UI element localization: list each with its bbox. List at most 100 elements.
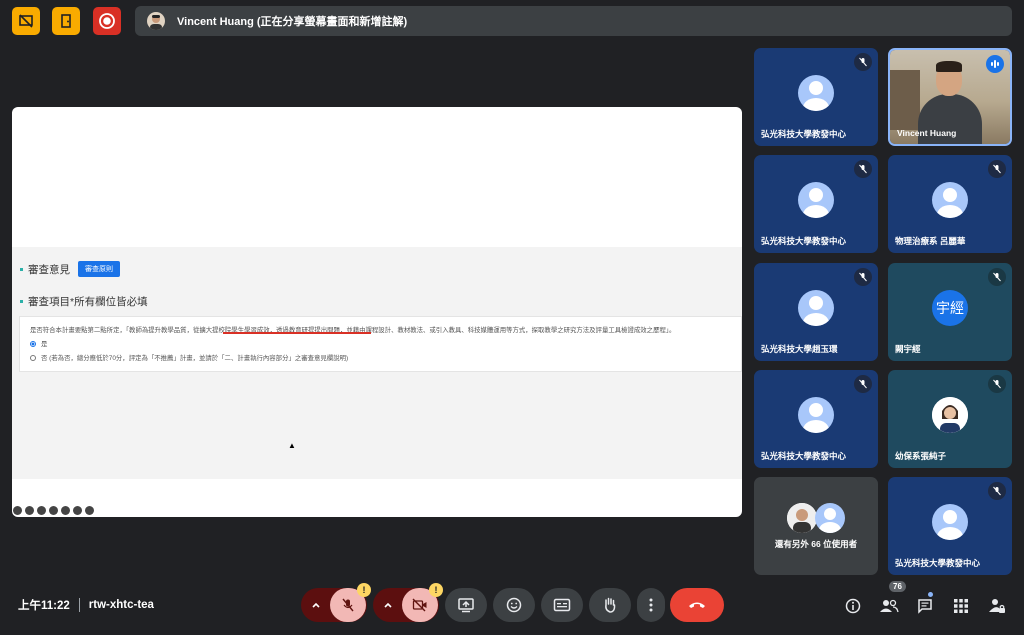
- image-icon[interactable]: [49, 506, 58, 515]
- review-comments-heading: 審查意見 審查原則: [20, 261, 120, 277]
- participant-tile[interactable]: 弘光科技大學教發中心: [888, 477, 1012, 575]
- photo-avatar: [932, 397, 968, 434]
- chat-button[interactable]: [915, 596, 935, 616]
- present-button[interactable]: [445, 588, 487, 622]
- mic-toggle-button[interactable]: !: [330, 583, 371, 622]
- chat-notification-dot: [928, 592, 933, 597]
- speaking-indicator-icon: [986, 55, 1004, 73]
- more-vertical-icon: [649, 598, 653, 612]
- globe-icon[interactable]: [73, 506, 82, 515]
- participant-tile[interactable]: 幼保系張純子: [888, 370, 1012, 468]
- participant-name: Vincent Huang: [897, 128, 957, 138]
- mic-off-icon: [988, 482, 1006, 500]
- warning-badge: !: [429, 583, 443, 597]
- review-items-heading: 審查項目*所有欄位皆必填: [20, 294, 148, 309]
- default-avatar: [798, 290, 834, 327]
- mic-off-icon: [342, 598, 354, 612]
- forward-icon[interactable]: [85, 506, 94, 515]
- camera-options-button[interactable]: [374, 588, 402, 622]
- default-avatar: [798, 75, 834, 112]
- back-icon[interactable]: [13, 506, 22, 515]
- apps-grid-icon: [954, 599, 968, 613]
- shared-screen[interactable]: 審查意見 審查原則 審查項目*所有欄位皆必填 是否符合本計畫要點第二點所定，「教…: [12, 107, 742, 517]
- option-yes[interactable]: 是: [30, 339, 47, 348]
- default-avatar: [932, 504, 968, 541]
- mic-off-icon: [854, 375, 872, 393]
- activities-button[interactable]: [951, 596, 971, 616]
- participant-tile[interactable]: 物理治療系 呂麗華: [888, 155, 1012, 253]
- participant-name: 弘光科技大學教發中心: [761, 129, 847, 139]
- recording-button[interactable]: [93, 7, 121, 35]
- participant-name: 幼保系張純子: [895, 451, 947, 461]
- hand-icon: [605, 597, 616, 613]
- camera-toggle-button[interactable]: !: [402, 583, 443, 622]
- more-options-button[interactable]: [637, 588, 665, 622]
- others-tile[interactable]: 還有另外 66 位使用者: [754, 477, 878, 575]
- mic-off-icon: [854, 53, 872, 71]
- people-button[interactable]: [879, 596, 899, 616]
- mic-off-icon: [988, 268, 1006, 286]
- chat-icon: [918, 599, 932, 614]
- zoom-icon[interactable]: [37, 506, 46, 515]
- participant-tile[interactable]: 弘光科技大學趙玉環: [754, 263, 878, 361]
- clock-time: 上午11:22: [18, 600, 70, 612]
- video-icon[interactable]: [61, 506, 70, 515]
- captions-button[interactable]: [541, 588, 583, 622]
- hang-up-icon: [689, 602, 705, 608]
- annotation-underline: [223, 332, 371, 334]
- review-principles-button[interactable]: 審查原則: [78, 261, 120, 277]
- other-avatar: [787, 503, 817, 533]
- mic-off-icon: [854, 268, 872, 286]
- people-count-badge: 76: [889, 581, 906, 592]
- stop-screenshare-button[interactable]: [12, 7, 40, 35]
- warning-badge: !: [357, 583, 371, 597]
- mic-off-icon: [988, 160, 1006, 178]
- other-avatar: [815, 503, 845, 533]
- meeting-code: rtw-xhtc-tea: [88, 599, 154, 611]
- stop-screenshare-icon: [19, 14, 33, 28]
- participant-name: 弘光科技大學教發中心: [761, 236, 847, 246]
- chevron-up-icon: [384, 602, 392, 608]
- recording-icon: [99, 13, 115, 29]
- mouse-cursor-icon: ▲: [288, 441, 296, 450]
- mic-off-icon: [854, 160, 872, 178]
- people-icon: [880, 599, 899, 613]
- default-avatar: [798, 182, 834, 219]
- pen-icon[interactable]: [25, 506, 34, 515]
- chevron-up-icon: [312, 602, 320, 608]
- participant-tile[interactable]: 弘光科技大學教發中心: [754, 48, 878, 146]
- participant-tile-speaker[interactable]: Vincent Huang: [888, 48, 1012, 146]
- raise-hand-button[interactable]: [589, 588, 631, 622]
- participant-tile[interactable]: 宇經 闕宇經: [888, 263, 1012, 361]
- mic-control-group: !: [301, 583, 371, 622]
- meeting-info: 上午11:22 rtw-xhtc-tea: [18, 597, 154, 613]
- participant-tile[interactable]: 弘光科技大學教發中心: [754, 370, 878, 468]
- option-no[interactable]: 否 (若為否，總分應低於70分，評定為「不推薦」計畫，並請於「二、計畫執行內容部…: [30, 353, 348, 362]
- radio-icon[interactable]: [30, 354, 36, 361]
- leave-call-button[interactable]: [670, 588, 724, 622]
- leave-presentation-button[interactable]: [52, 7, 80, 35]
- emoji-icon: [506, 597, 522, 613]
- door-icon: [61, 14, 71, 28]
- participant-name: 弘光科技大學趙玉環: [761, 344, 838, 354]
- present-screen-icon: [458, 598, 474, 613]
- camera-control-group: !: [373, 583, 443, 622]
- annotation-toolbar: [13, 506, 94, 515]
- mic-options-button[interactable]: [302, 588, 330, 622]
- others-count-text: 還有另外 66 位使用者: [774, 539, 858, 549]
- meeting-details-button[interactable]: [843, 596, 863, 616]
- info-icon: [845, 598, 861, 614]
- presenter-banner: Vincent Huang (正在分享螢幕畫面和新增註解): [135, 6, 1012, 36]
- radio-selected-icon[interactable]: [30, 340, 36, 347]
- letter-avatar: 宇經: [932, 290, 968, 327]
- mic-off-icon: [988, 375, 1006, 393]
- closed-captions-icon: [553, 598, 571, 612]
- participant-name: 弘光科技大學教發中心: [761, 451, 847, 461]
- participant-tile[interactable]: 弘光科技大學教發中心: [754, 155, 878, 253]
- participant-name: 物理治療系 呂麗華: [895, 236, 966, 246]
- lock-person-icon: [989, 599, 1005, 613]
- camera-off-icon: [412, 598, 427, 612]
- default-avatar: [932, 182, 968, 219]
- host-controls-button[interactable]: [987, 596, 1007, 616]
- reactions-button[interactable]: [493, 588, 535, 622]
